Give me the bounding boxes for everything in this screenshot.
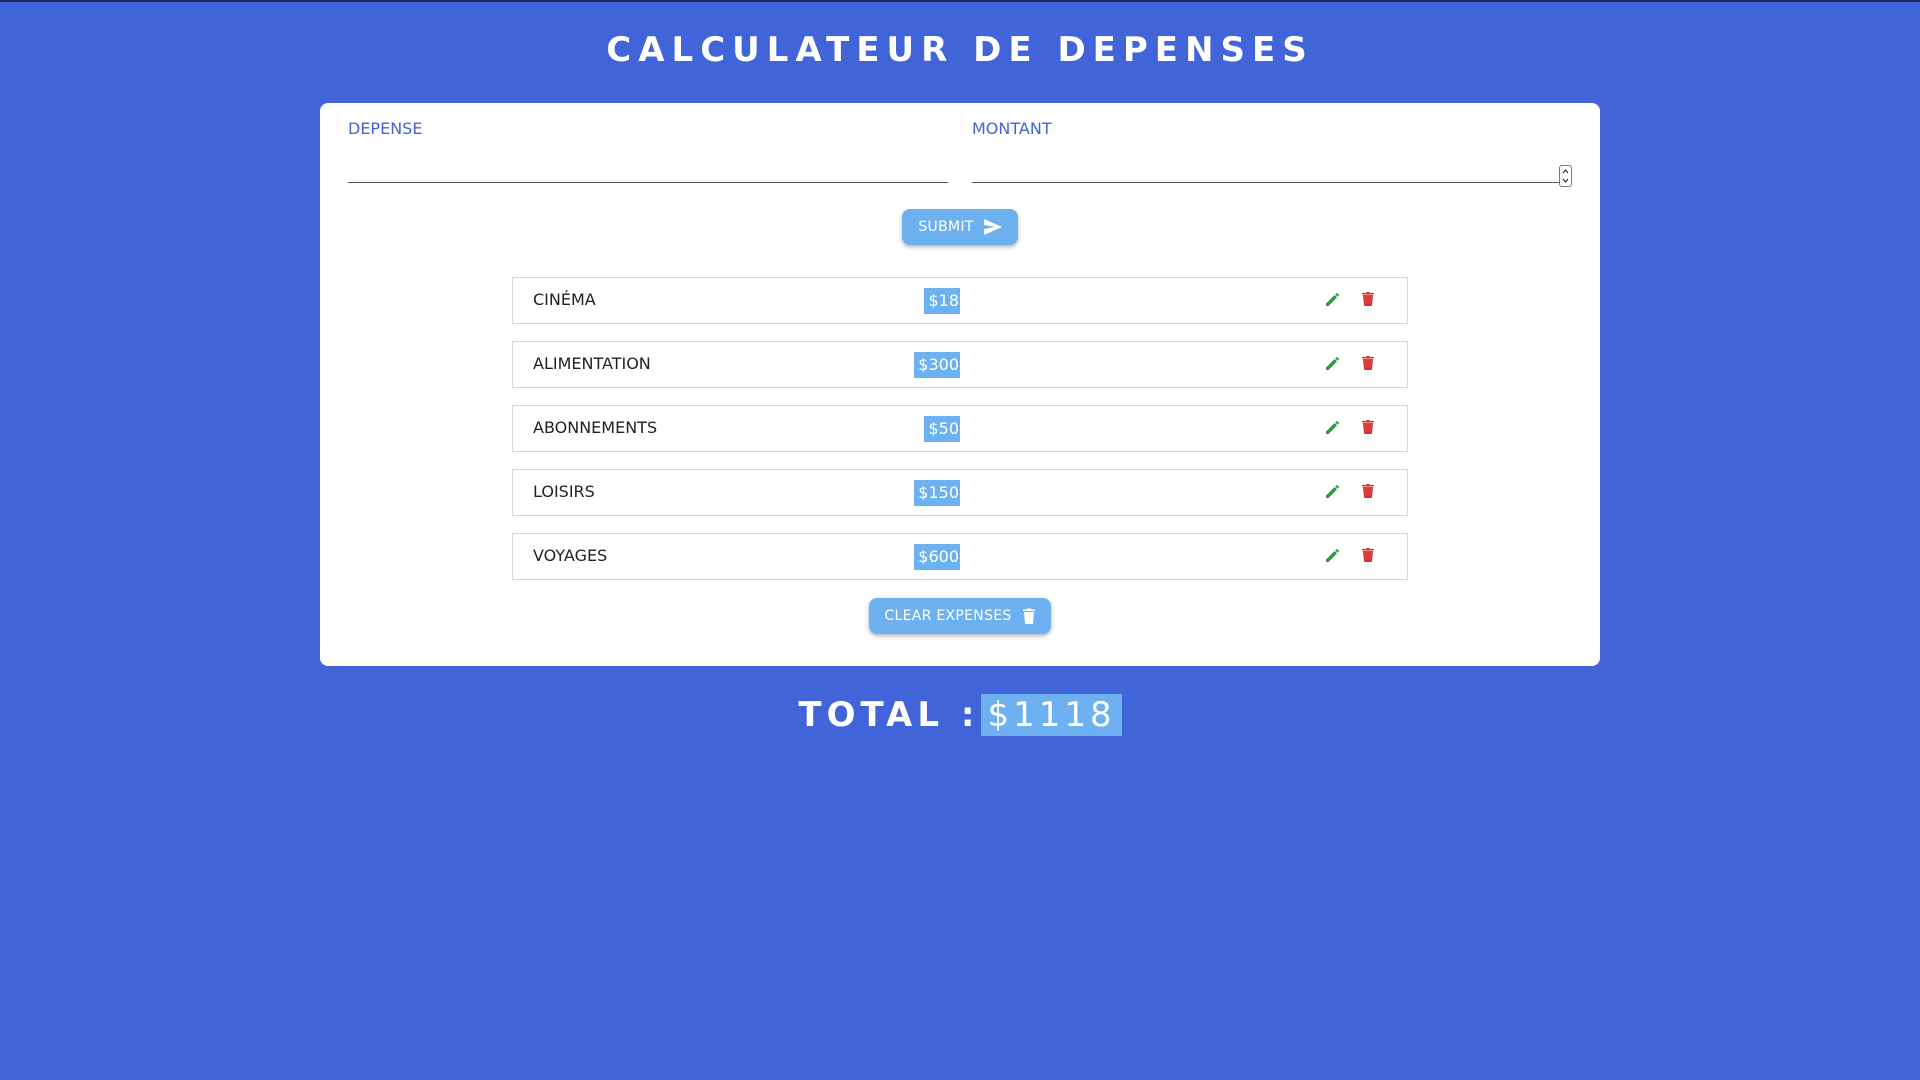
trash-icon[interactable] [1358, 289, 1378, 309]
clear-expenses-label: CLEAR EXPENSES [884, 608, 1012, 624]
expense-name: ABONNEMENTS [533, 418, 658, 437]
expense-name: ALIMENTATION [533, 354, 651, 373]
expense-amount: $50 [924, 416, 960, 442]
stepper-arrows-icon [1562, 169, 1569, 183]
expense-item: CINÉMA $18 [512, 277, 1408, 324]
depense-label: DEPENSE [348, 119, 423, 138]
expense-card: DEPENSE MONTANT SUBMIT CINÉMA $18 ALIMEN… [320, 103, 1600, 666]
expense-amount: $300 [914, 352, 960, 378]
top-border [0, 0, 1920, 2]
trash-icon[interactable] [1358, 545, 1378, 565]
expense-name: VOYAGES [533, 546, 608, 565]
trash-icon[interactable] [1358, 417, 1378, 437]
montant-input[interactable] [972, 147, 1572, 183]
total-label: TOTAL : [798, 695, 980, 735]
submit-label: SUBMIT [918, 219, 974, 235]
pencil-icon[interactable] [1323, 545, 1343, 565]
trash-icon [1022, 608, 1035, 624]
expense-name: CINÉMA [533, 290, 596, 309]
total-value: $1118 [981, 694, 1122, 736]
expense-amount: $600 [914, 544, 960, 570]
expense-item: LOISIRS $150 [512, 469, 1408, 516]
trash-icon[interactable] [1358, 481, 1378, 501]
expense-name: LOISIRS [533, 482, 595, 501]
montant-stepper[interactable] [1559, 165, 1572, 187]
montant-label: MONTANT [972, 119, 1052, 138]
page-title: CALCULATEUR DE DEPENSES [606, 30, 1314, 70]
pencil-icon[interactable] [1323, 417, 1343, 437]
expense-item: ALIMENTATION $300 [512, 341, 1408, 388]
pencil-icon[interactable] [1323, 481, 1343, 501]
pencil-icon[interactable] [1323, 289, 1343, 309]
total-display: TOTAL : $1118 [0, 694, 1920, 736]
clear-expenses-button[interactable]: CLEAR EXPENSES [869, 598, 1051, 634]
expense-amount: $150 [914, 480, 960, 506]
expense-item: ABONNEMENTS $50 [512, 405, 1408, 452]
montant-field-group: MONTANT [972, 119, 1572, 187]
send-icon [983, 219, 1002, 235]
depense-field-group: DEPENSE [348, 119, 948, 183]
expense-item: VOYAGES $600 [512, 533, 1408, 580]
pencil-icon[interactable] [1323, 353, 1343, 373]
trash-icon[interactable] [1358, 353, 1378, 373]
submit-button[interactable]: SUBMIT [902, 209, 1018, 245]
depense-input[interactable] [348, 147, 948, 183]
expense-amount: $18 [924, 288, 960, 314]
expense-list: CINÉMA $18 ALIMENTATION $300 ABONNEMENTS… [512, 277, 1408, 597]
